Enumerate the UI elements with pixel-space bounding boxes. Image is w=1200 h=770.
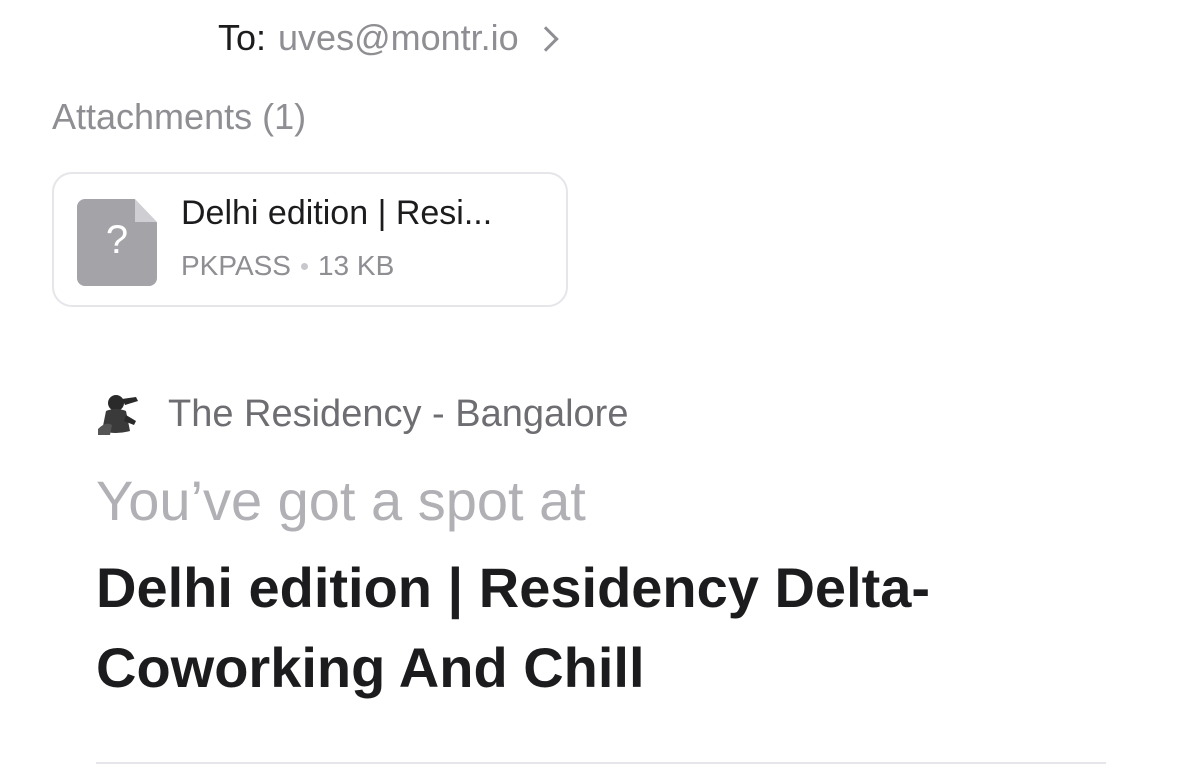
- attachment-meta: PKPASS 13 KB: [181, 250, 394, 282]
- attachment-type: PKPASS: [181, 250, 291, 281]
- silhouette-avatar-icon: [98, 395, 138, 435]
- recipient-label: To:: [218, 17, 267, 58]
- recipient-email[interactable]: uves@montr.io: [278, 17, 519, 59]
- headline-lead: You’ve got a spot at: [96, 469, 586, 532]
- sender-row: The Residency - Bangalore: [96, 386, 628, 442]
- recipient-row[interactable]: To: uves@montr.io: [218, 12, 559, 64]
- sender-name: The Residency - Bangalore: [168, 392, 629, 435]
- question-mark-glyph: ?: [105, 218, 129, 262]
- separator-dot: [300, 262, 308, 270]
- attachments-header: Attachments (1): [52, 96, 307, 137]
- attachment-name: Delhi edition | Resi...: [181, 194, 493, 232]
- event-title: Delhi edition | Residency Delta-Coworkin…: [96, 556, 931, 699]
- divider: [96, 762, 1106, 764]
- attachment-card[interactable]: ? Delhi edition | Resi... PKPASS 13 KB: [52, 172, 568, 307]
- attachment-size: 13 KB: [317, 250, 395, 281]
- chevron-right-icon[interactable]: [532, 26, 559, 52]
